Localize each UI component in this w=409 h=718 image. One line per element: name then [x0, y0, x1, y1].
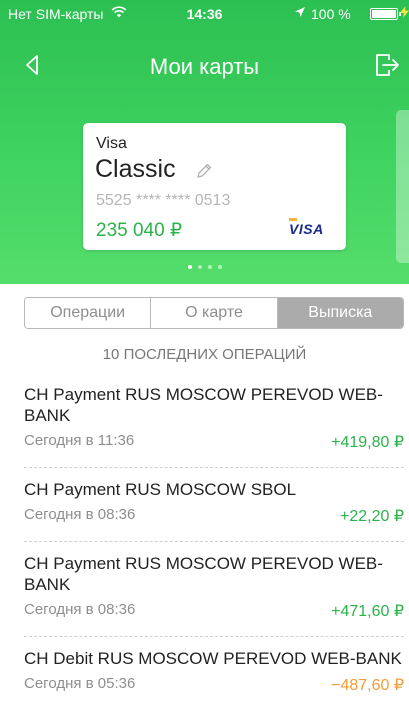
transaction-row[interactable]: CH Payment RUS MOSCOW SBOL Сегодня в 08:…	[24, 468, 404, 542]
pager-dot[interactable]	[217, 265, 222, 269]
status-bar: Нет SIM-карты 14:36 100 %	[0, 0, 409, 28]
header-area: Нет SIM-карты 14:36 100 % Мои карты Visa…	[0, 0, 409, 284]
visa-logo: VISA	[289, 218, 324, 237]
transaction-description: CH Payment RUS MOSCOW PEREVOD WEB-BANK	[24, 554, 383, 594]
battery-percent: 100 %	[311, 6, 351, 22]
visa-logo-text: VISA	[289, 221, 324, 237]
transaction-date: Сегодня в 11:36	[24, 432, 135, 449]
transaction-list: CH Payment RUS MOSCOW PEREVOD WEB-BANK С…	[24, 384, 404, 695]
card-tabs: Операции О карте Выписка	[24, 297, 404, 329]
card-balance: 235 040 ₽	[96, 220, 183, 241]
card-brand: Visa	[96, 135, 127, 152]
tab-statement[interactable]: Выписка	[277, 298, 403, 328]
charging-bolt-icon	[400, 6, 409, 18]
logout-icon[interactable]	[374, 52, 400, 78]
tab-about-card[interactable]: О карте	[151, 298, 278, 328]
transaction-row[interactable]: CH Debit RUS MOSCOW PEREVOD WEB-BANK Сег…	[24, 637, 404, 695]
transaction-date: Сегодня в 05:36	[24, 675, 136, 692]
pager-dot[interactable]	[207, 265, 212, 269]
battery-icon	[370, 8, 401, 20]
transaction-date: Сегодня в 08:36	[24, 601, 136, 618]
card-name: Classic	[95, 155, 176, 183]
transaction-amount: +22,20 ₽	[339, 508, 404, 525]
transaction-date: Сегодня в 08:36	[24, 506, 136, 523]
transaction-amount: −487,60 ₽	[331, 677, 404, 694]
pencil-icon[interactable]	[195, 162, 213, 180]
next-card-preview[interactable]	[396, 110, 409, 263]
pager-dot[interactable]	[187, 265, 192, 269]
transaction-description: CH Payment RUS MOSCOW SBOL	[24, 480, 297, 499]
transaction-description: CH Debit RUS MOSCOW PEREVOD WEB-BANK	[24, 649, 402, 668]
bank-card[interactable]: Visa Classic 5525 **** **** 0513 235 040…	[83, 123, 346, 250]
pager-dot[interactable]	[197, 265, 202, 269]
card-pager	[0, 265, 409, 273]
transaction-description: CH Payment RUS MOSCOW PEREVOD WEB-BANK	[24, 385, 383, 425]
transaction-amount: +419,80 ₽	[331, 434, 404, 451]
visa-logo-stripe	[289, 218, 297, 221]
card-number: 5525 **** **** 0513	[96, 192, 231, 209]
nav-bar: Мои карты	[0, 40, 409, 90]
transaction-row[interactable]: CH Payment RUS MOSCOW PEREVOD WEB-BANK С…	[24, 384, 404, 468]
tab-operations[interactable]: Операции	[25, 298, 152, 328]
section-title: 10 ПОСЛЕДНИХ ОПЕРАЦИЙ	[102, 346, 307, 363]
location-arrow-icon	[295, 7, 305, 17]
transaction-amount: +471,60 ₽	[331, 603, 404, 620]
transaction-row[interactable]: CH Payment RUS MOSCOW PEREVOD WEB-BANK С…	[24, 542, 404, 637]
page-title: Мои карты	[149, 54, 260, 79]
